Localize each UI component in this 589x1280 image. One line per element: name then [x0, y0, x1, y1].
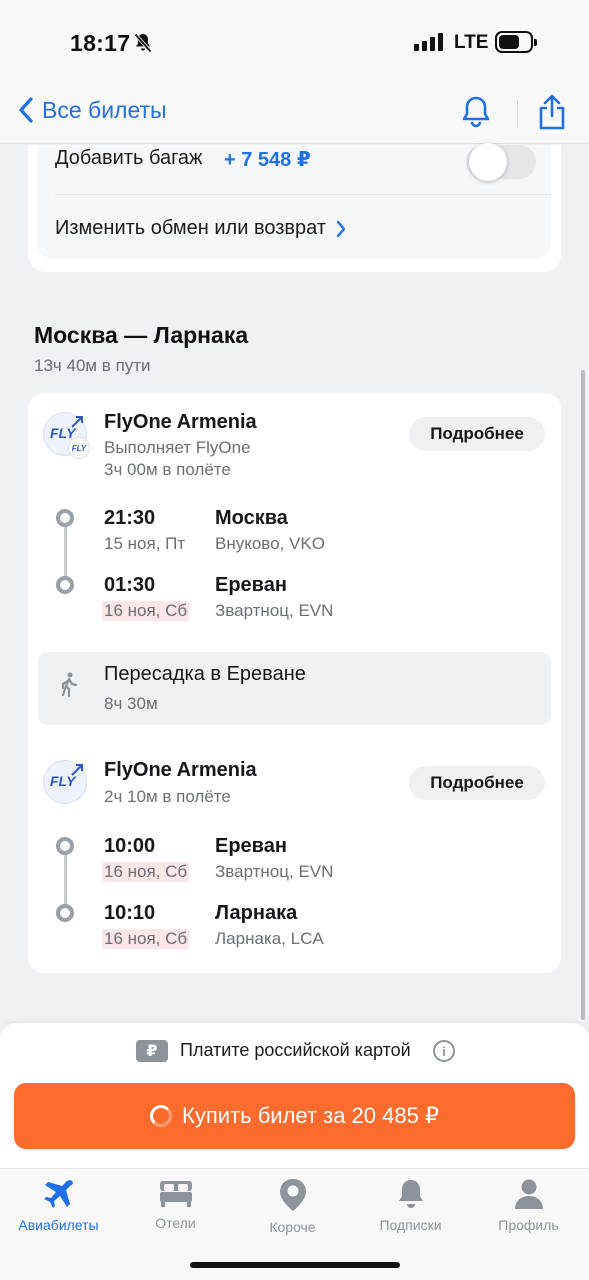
- location-pin-icon: [279, 1179, 306, 1211]
- flights-card: FLY FLY FlyOne Armenia Выполняет FlyOne …: [28, 393, 561, 973]
- arrival-airport: Звартноц, EVN: [215, 601, 334, 620]
- arrival-city: Ларнака: [215, 902, 298, 924]
- pay-russian-card-note: Платите российской картой: [180, 1040, 411, 1060]
- flight-time: 3ч 00м в полёте: [104, 460, 231, 479]
- tab-short-label: Короче: [269, 1219, 316, 1235]
- buy-ticket-label: Купить билет за 20 485 ₽: [182, 1103, 439, 1128]
- arrival-dot: [56, 576, 74, 594]
- departure-dot: [56, 509, 74, 527]
- person-icon: [514, 1179, 543, 1209]
- chevron-right-icon: [336, 220, 346, 237]
- info-icon[interactable]: i: [433, 1040, 455, 1062]
- transfer-title: Пересадка в Ереване: [104, 663, 306, 685]
- transfer-info: Пересадка в Ереване 8ч 30м: [38, 652, 551, 725]
- arrival-city: Ереван: [215, 574, 287, 596]
- departure-date: 16 ноя, Сб: [102, 862, 190, 882]
- network-label: LTE: [454, 32, 489, 53]
- share-icon[interactable]: [536, 93, 568, 136]
- buy-ticket-button[interactable]: Купить билет за 20 485 ₽: [14, 1083, 575, 1149]
- departure-dot: [56, 837, 74, 855]
- chevron-left-icon: [19, 97, 33, 123]
- departure-city: Ереван: [215, 835, 287, 857]
- arrival-date: 16 ноя, Сб: [102, 601, 190, 621]
- status-bar: 18:17 LTE: [0, 0, 589, 82]
- ticket-options-card: Добавить багаж + 7 548 ₽ Изменить обмен …: [28, 143, 561, 272]
- home-indicator: [190, 1262, 400, 1268]
- nav-divider: [517, 100, 518, 128]
- departure-date: 15 ноя, Пт: [104, 534, 186, 553]
- departure-airport: Звартноц, EVN: [215, 862, 334, 881]
- baggage-toggle[interactable]: [466, 143, 536, 181]
- walking-person-icon: [60, 672, 78, 703]
- subscribe-bell-icon[interactable]: [460, 95, 492, 134]
- tab-profile[interactable]: Профиль: [470, 1177, 587, 1243]
- change-exchange-label: Изменить обмен или возврат: [55, 217, 327, 239]
- details-button[interactable]: Подробнее: [409, 766, 545, 800]
- back-button[interactable]: Все билеты: [18, 96, 167, 124]
- tab-short[interactable]: Короче: [234, 1177, 351, 1243]
- change-exchange-link[interactable]: Изменить обмен или возврат: [55, 217, 346, 240]
- tab-flights[interactable]: Авиабилеты: [0, 1177, 117, 1243]
- divider: [55, 194, 551, 195]
- bell-icon: [398, 1180, 423, 1208]
- signal-icon: [414, 33, 443, 51]
- add-baggage-label: Добавить багаж: [55, 147, 203, 169]
- nav-bar: Все билеты: [0, 82, 589, 144]
- bed-icon: [159, 1181, 192, 1207]
- tab-subscriptions[interactable]: Подписки: [352, 1177, 469, 1243]
- tab-profile-label: Профиль: [498, 1217, 559, 1233]
- flight-time: 2ч 10м в полёте: [104, 787, 231, 806]
- departure-time: 21:30: [104, 507, 156, 529]
- tab-subscriptions-label: Подписки: [379, 1217, 442, 1233]
- tab-flights-label: Авиабилеты: [18, 1217, 99, 1233]
- plane-icon: [43, 1180, 73, 1208]
- baggage-price: + 7 548 ₽: [224, 149, 311, 171]
- departure-city: Москва: [215, 507, 288, 529]
- arrival-dot: [56, 904, 74, 922]
- arrival-airport: Ларнака, LCA: [215, 929, 324, 948]
- airline-name: FlyOne Armenia: [104, 759, 257, 781]
- battery-icon: [495, 31, 537, 53]
- silent-mode-icon: [134, 33, 152, 58]
- status-time: 18:17: [70, 30, 131, 56]
- departure-airport: Внуково, VKO: [215, 534, 325, 553]
- arrival-date: 16 ноя, Сб: [102, 929, 190, 949]
- options-panel: Добавить багаж + 7 548 ₽ Изменить обмен …: [38, 143, 551, 259]
- airline-name: FlyOne Armenia: [104, 411, 257, 433]
- airline-logo: FLY: [43, 760, 87, 804]
- details-button[interactable]: Подробнее: [409, 417, 545, 451]
- operator-label: Выполняет FlyOne: [104, 438, 251, 457]
- ruble-card-icon: ₽: [136, 1040, 168, 1062]
- loading-spinner-icon: [150, 1105, 173, 1127]
- transfer-duration: 8ч 30м: [104, 694, 158, 713]
- scrollbar[interactable]: [581, 370, 585, 1020]
- tab-hotels[interactable]: Отели: [117, 1177, 234, 1243]
- partner-logo: FLY: [68, 437, 90, 459]
- tab-hotels-label: Отели: [155, 1215, 196, 1231]
- purchase-panel: ₽ Платите российской картой i Купить бил…: [0, 1023, 589, 1168]
- departure-time: 10:00: [104, 835, 156, 857]
- route-duration: 13ч 40м в пути: [34, 356, 151, 375]
- airline-logo: FLY FLY: [43, 412, 90, 459]
- back-button-label: Все билеты: [42, 96, 167, 123]
- arrival-time: 10:10: [104, 902, 156, 924]
- route-title: Москва — Ларнака: [34, 322, 249, 348]
- arrival-time: 01:30: [104, 574, 156, 596]
